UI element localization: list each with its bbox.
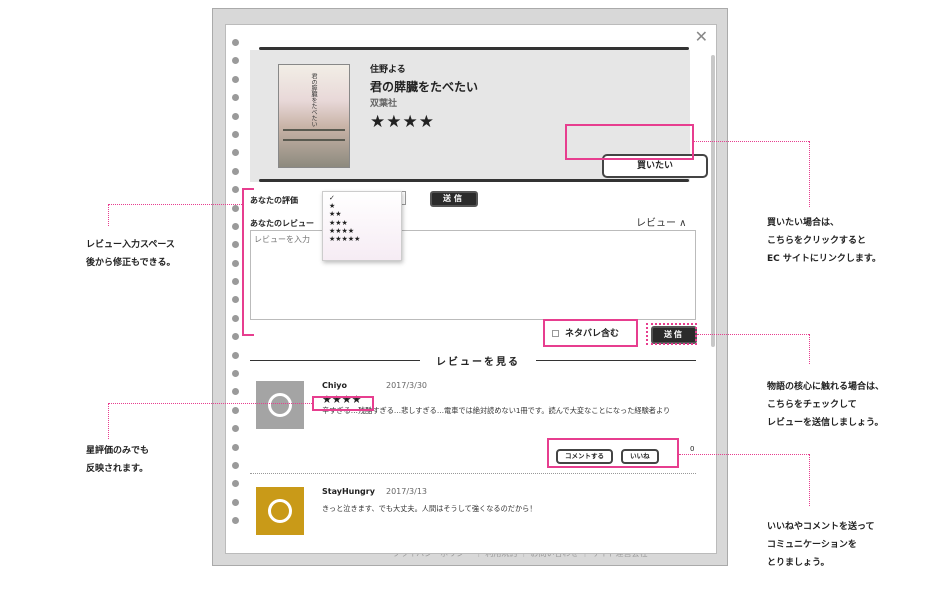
cover-title: 君の膵臓をたべたい [310,73,317,127]
panel-bottom-rule [259,179,689,182]
review-text: 辛すぎる…残酷すぎる…悲しすぎる…電車では絶対読めない1冊です。読んで大変なこと… [322,406,671,415]
connector [809,141,810,207]
panel-top-rule [259,47,689,50]
review-input[interactable] [250,230,696,320]
stars-highlight [312,396,374,411]
review-modal: ✕ 君の膵臓をたべたい 住野よる 君の膵臓をたべたい 双葉社 ★★★★ 買いたい… [225,24,717,554]
note-spoiler: 物語の核心に触れる場合は、 こちらをチェックして レビューを送信しましょう。 [767,382,885,428]
brand-logo-icon [268,499,292,523]
scrollbar[interactable] [711,55,715,347]
divider [536,360,696,361]
rating-label: あなたの評価 [250,196,298,205]
rating-option[interactable]: ★ [329,202,395,210]
spoiler-highlight [543,319,638,347]
connector [108,403,109,439]
review-collapse-toggle[interactable]: レビュー ∧ [636,214,687,229]
rating-option[interactable]: ✓ [329,194,395,202]
notebook-binding [232,39,240,536]
like-count: 0 [690,445,695,453]
review-label: あなたのレビュー [250,219,314,228]
send-highlight [646,323,697,345]
book-cover: 君の膵臓をたべたい [278,64,350,168]
note-review-input: レビュー入力スペース 後から修正もできる。 [86,240,176,268]
connector [108,403,312,404]
close-icon[interactable]: ✕ [695,27,708,46]
book-title: 君の膵臓をたべたい [370,80,479,94]
rating-option[interactable]: ★★★★★ [329,235,395,243]
book-publisher: 双葉社 [370,99,398,109]
rating-option[interactable]: ★★★★ [329,227,395,235]
connector [809,334,810,364]
connector [809,454,810,506]
connector [694,141,809,142]
book-author: 住野よる [370,65,406,75]
avatar [256,381,304,429]
review-user[interactable]: Chiyo [322,381,347,390]
review-text: きっと泣きます、でも大丈夫。人間はそうして強くなるのだから！ [322,504,537,513]
review-separator [250,473,696,474]
connector [108,204,109,226]
note-like: いいねやコメントを送って コミュニケーションを とりましょう。 [767,522,875,568]
reviews-section-header: レビューを見る [250,353,696,368]
input-bracket [242,188,254,336]
review-date: 2017/3/30 [386,381,428,390]
rating-option[interactable]: ★★ [329,210,395,218]
note-stars: 星評価のみでも 反映されます。 [86,446,150,474]
review-user[interactable]: StayHungry [322,487,375,496]
user-icon [268,393,292,417]
connector [108,204,242,205]
divider [250,360,420,361]
note-buy: 買いたい場合は、 こちらをクリックすると EC サイトにリンクします。 [767,218,881,264]
actions-highlight [547,438,679,468]
rating-send-button[interactable]: 送信 [430,191,478,207]
book-panel: 君の膵臓をたべたい 住野よる 君の膵臓をたべたい 双葉社 ★★★★ 買いたい [250,50,708,182]
avatar [256,487,304,535]
reviews-section-title: レビューを見る [436,357,520,368]
connector [679,454,809,455]
book-rating-stars: ★★★★ [370,112,435,132]
rating-dropdown-menu[interactable]: ✓ ★ ★★ ★★★ ★★★★ ★★★★★ [322,191,402,261]
connector [697,334,809,335]
cover-bridge-illustration [283,129,345,141]
rating-option[interactable]: ★★★ [329,219,395,227]
review-date: 2017/3/13 [386,487,428,496]
buy-highlight [565,124,694,160]
